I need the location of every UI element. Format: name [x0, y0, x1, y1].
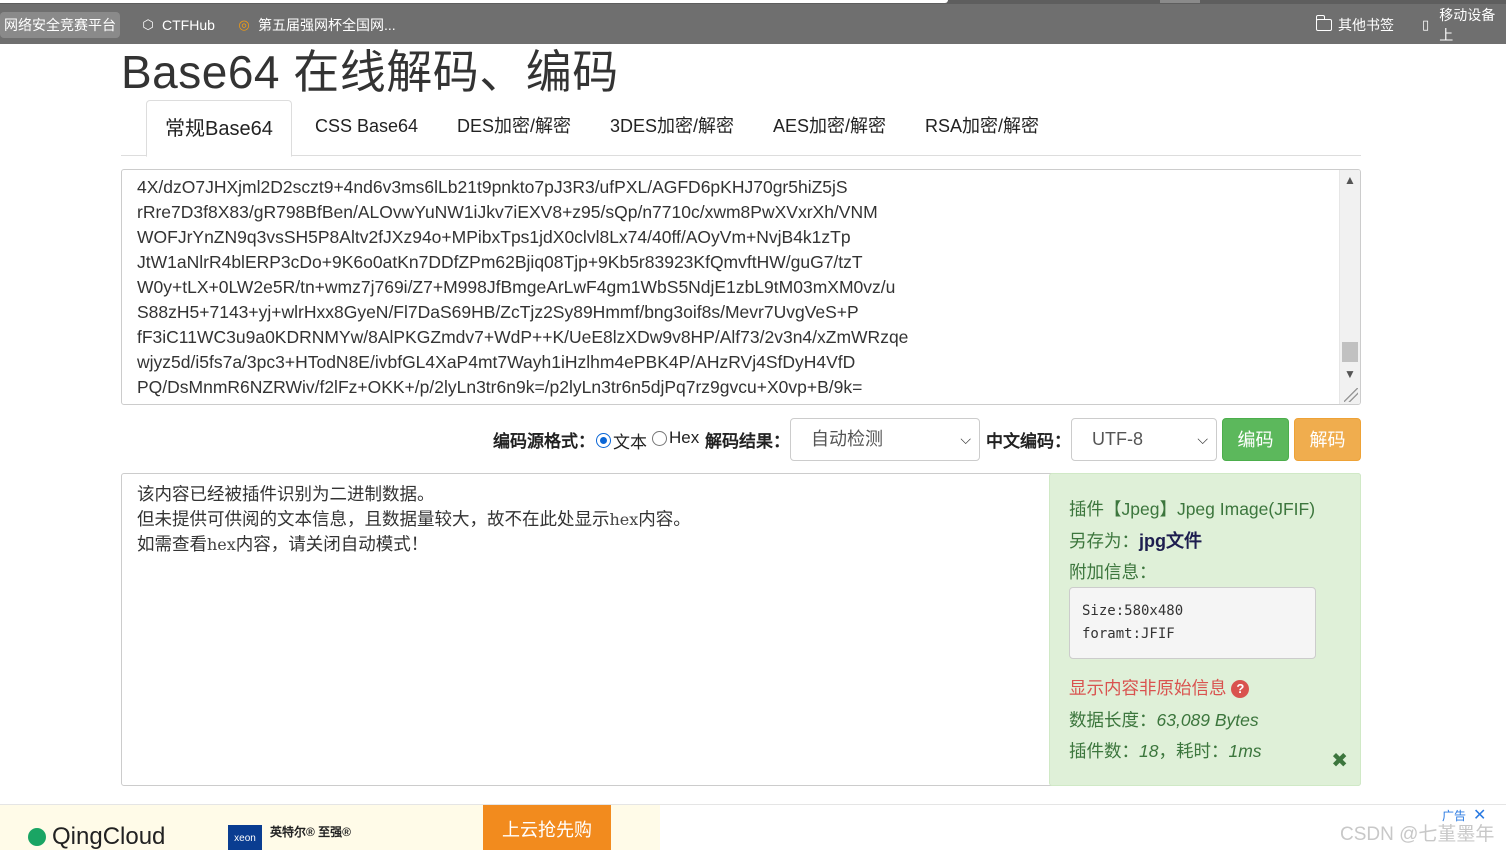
bookmark-label: 网络安全竞赛平台	[4, 17, 116, 33]
ad-promo-button[interactable]: 上云抢先购	[483, 805, 611, 850]
ad-banner[interactable]: QingCloud xeon 英特尔® 至强® 上云抢先购 广告 ✕	[0, 804, 1506, 850]
source-format-label: 编码源格式：	[493, 432, 595, 451]
source-scrollbar[interactable]: ▲ ▼	[1339, 170, 1360, 404]
tab-css-base64[interactable]: CSS Base64	[297, 100, 436, 156]
ad-content[interactable]: QingCloud xeon 英特尔® 至强® 上云抢先购	[0, 805, 660, 850]
result-format-value: 自动检测	[811, 429, 883, 449]
bookmark-mobile[interactable]: ▯ 移动设备上	[1418, 7, 1506, 43]
ad-intel-text: 英特尔® 至强®	[270, 825, 352, 839]
plugin-panel: 插件【Jpeg】Jpeg Image(JFIF) 另存为：jpg文件 附加信息：…	[1049, 473, 1361, 786]
radio-hex[interactable]: Hex	[652, 428, 699, 448]
radio-checked-icon[interactable]	[596, 433, 611, 448]
extra-info-label: 附加信息：	[1069, 562, 1157, 582]
plugin-title: 插件【Jpeg】Jpeg Image(JFIF)	[1069, 499, 1316, 519]
bookmark-qwb[interactable]: ◎ 第五届强网杯全国网...	[236, 12, 396, 38]
chevron-down-icon: ⌵	[960, 431, 971, 447]
bookmark-label: 第五届强网杯全国网...	[258, 17, 396, 33]
data-length-row: 数据长度：63,089 Bytes	[1069, 710, 1259, 730]
tab-rsa[interactable]: RSA加密/解密	[907, 100, 1057, 156]
save-as-label: 另存为：	[1069, 531, 1139, 551]
folder-icon	[1315, 15, 1332, 31]
tab-base64[interactable]: 常规Base64	[146, 100, 292, 157]
qwb-logo-icon: ◎	[238, 17, 250, 32]
encode-button[interactable]: 编码	[1222, 418, 1289, 461]
question-icon[interactable]: ?	[1231, 680, 1250, 698]
decode-button[interactable]: 解码	[1294, 418, 1361, 461]
qingcloud-logo: QingCloud	[28, 823, 165, 851]
extra-format: foramt:JFIF	[1082, 626, 1175, 642]
save-as-row: 另存为：jpg文件	[1069, 527, 1202, 553]
scroll-up-icon[interactable]: ▲	[1340, 170, 1360, 190]
radio-text[interactable]: 文本	[596, 428, 647, 453]
save-jpg-link[interactable]: jpg文件	[1139, 531, 1202, 551]
scroll-down-icon[interactable]: ▼	[1340, 364, 1360, 384]
bookmark-label: 其他书签	[1338, 17, 1394, 33]
tab-aes[interactable]: AES加密/解密	[755, 100, 904, 156]
source-textarea[interactable]: 4X/dzO7JHXjml2D2sczt9+4nd6v3ms6lLb21t9pn…	[121, 169, 1361, 405]
source-text: 4X/dzO7JHXjml2D2sczt9+4nd6v3ms6lLb21t9pn…	[137, 177, 909, 397]
tab-bar: 常规Base64 CSS Base64 DES加密/解密 3DES加密/解密 A…	[121, 100, 1361, 157]
bookmark-label: CTFHub	[162, 17, 215, 33]
result-line-3: 如需查看hex内容，请关闭自动模式！	[137, 534, 429, 554]
radio-text-label: 文本	[613, 433, 647, 452]
close-icon[interactable]: ✖	[1331, 748, 1348, 773]
result-line-2: 但未提供可供阅的文本信息，且数据量较大，故不在此处显示hex内容。	[137, 509, 691, 529]
intel-xeon-logo-icon: xeon	[228, 825, 262, 850]
extra-info-box: Size:580x480 foramt:JFIF	[1069, 587, 1316, 659]
page-title: Base64 在线解码、编码	[121, 46, 619, 98]
radio-unchecked-icon[interactable]	[652, 430, 667, 446]
qingcloud-logo-icon	[28, 828, 46, 846]
charset-value: UTF-8	[1092, 429, 1143, 449]
tab-des[interactable]: DES加密/解密	[439, 100, 589, 156]
charset-label: 中文编码：	[986, 432, 1071, 451]
resize-handle-icon[interactable]	[1344, 388, 1358, 402]
bookmark-label: 移动设备上	[1439, 7, 1496, 43]
bookmark-ctfhub[interactable]: ⬡ CTFHub	[140, 12, 215, 38]
radio-hex-label: Hex	[669, 428, 700, 447]
hexagon-icon: ⬡	[142, 17, 154, 32]
scroll-thumb[interactable]	[1342, 342, 1358, 362]
result-label: 解码结果：	[705, 432, 790, 451]
result-text: 该内容已经被插件识别为二进制数据。 但未提供可供阅的文本信息，且数据量较大，故不…	[137, 482, 691, 557]
chevron-down-icon: ⌵	[1197, 431, 1208, 447]
plugin-count-row: 插件数：18，耗时：1ms	[1069, 741, 1262, 761]
tab-3des[interactable]: 3DES加密/解密	[592, 100, 752, 156]
mobile-icon: ▯	[1422, 17, 1430, 32]
result-format-select[interactable]: 自动检测 ⌵	[790, 418, 980, 461]
tab-strip-edge	[0, 0, 1506, 4]
extra-size: Size:580x480	[1082, 603, 1184, 619]
csdn-watermark: CSDN @七堇墨年	[1340, 824, 1495, 845]
bookmark-ctf-platform[interactable]: 网络安全竞赛平台	[0, 12, 120, 38]
show-raw-link[interactable]: 显示内容非原始信息 ?	[1069, 675, 1250, 700]
result-line-1: 该内容已经被插件识别为二进制数据。	[137, 484, 435, 504]
charset-select[interactable]: UTF-8 ⌵	[1071, 418, 1217, 461]
bookmark-other[interactable]: 其他书签	[1315, 12, 1394, 38]
